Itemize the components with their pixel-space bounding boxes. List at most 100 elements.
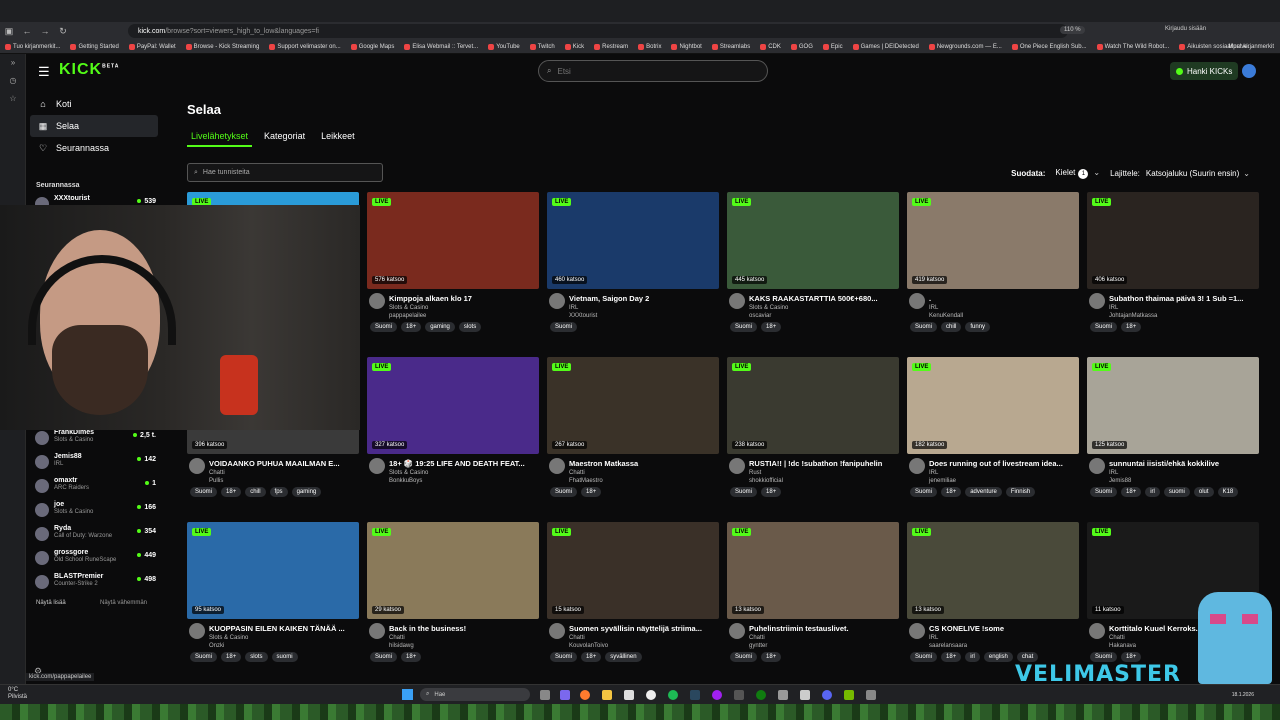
- stream-username[interactable]: gyntter: [749, 643, 899, 649]
- app-icon[interactable]: [712, 690, 722, 700]
- stream-category[interactable]: Chatti: [389, 635, 539, 641]
- tab-categories[interactable]: Kategoriat: [260, 131, 309, 147]
- app-icon[interactable]: [560, 690, 570, 700]
- forward-icon[interactable]: →: [36, 26, 54, 36]
- avatar[interactable]: [369, 293, 385, 309]
- avatar[interactable]: [549, 293, 565, 309]
- stream-thumbnail[interactable]: LIVE 460 katsoo: [547, 192, 719, 289]
- stream-username[interactable]: KouvolanToivo: [569, 643, 719, 649]
- stream-title[interactable]: Does running out of livestream idea...: [929, 454, 1077, 468]
- tag-chip[interactable]: Suomi: [550, 652, 578, 662]
- tag-chip[interactable]: Suomi: [550, 487, 578, 497]
- tag-chip[interactable]: suomi: [1163, 487, 1190, 497]
- app-icon[interactable]: [624, 690, 634, 700]
- following-item[interactable]: FrankDimes Slots & Casino 2,5 t.: [26, 429, 162, 453]
- avatar[interactable]: [729, 623, 745, 639]
- avatar[interactable]: [189, 623, 205, 639]
- zoom-level[interactable]: 110 %: [1060, 26, 1085, 34]
- tag-chip[interactable]: 18+: [761, 487, 782, 497]
- stream-title[interactable]: Kimppoja alkaen klo 17: [389, 289, 537, 303]
- avatar[interactable]: [1089, 458, 1105, 474]
- tag-chip[interactable]: syvällinen: [605, 652, 642, 662]
- tag-chip[interactable]: gaming: [291, 487, 322, 497]
- following-item[interactable]: Jemis88 IRL 142: [26, 453, 162, 477]
- bookmark-item[interactable]: Getting Started: [70, 43, 119, 50]
- stream-username[interactable]: pappapelailee: [389, 313, 539, 319]
- tag-chip[interactable]: 18+: [1121, 487, 1142, 497]
- stream-category[interactable]: IRL: [1109, 470, 1259, 476]
- bookmark-item[interactable]: Kick: [564, 43, 584, 50]
- tag-chip[interactable]: chill: [941, 322, 962, 332]
- following-item[interactable]: grossgore Old School RuneScape 449: [26, 549, 162, 573]
- tag-chip[interactable]: Suomi: [1090, 652, 1118, 662]
- avatar[interactable]: [909, 293, 925, 309]
- stream-username[interactable]: oscaviar: [749, 313, 899, 319]
- bookmark-item[interactable]: One Piece English Sub...: [1011, 43, 1087, 50]
- stream-username[interactable]: hilsidawg: [389, 643, 539, 649]
- bookmark-item[interactable]: Nightbot: [671, 43, 702, 50]
- stream-username[interactable]: jenemiliae: [929, 478, 1079, 484]
- tag-chip[interactable]: 18+: [581, 652, 602, 662]
- tag-chip[interactable]: 18+: [761, 652, 782, 662]
- stream-card[interactable]: LIVE 445 katsoo KAKS RAAKASTARTTIA 500€+68…: [727, 192, 899, 357]
- sidebar-item-home[interactable]: ⌂ Koti: [26, 93, 162, 115]
- stream-card[interactable]: LIVE 238 katsoo RUSTIA!! | !dc !subathon !…: [727, 357, 899, 522]
- stream-thumbnail[interactable]: LIVE 267 katsoo: [547, 357, 719, 454]
- stream-thumbnail[interactable]: LIVE 29 katsoo: [367, 522, 539, 619]
- tag-chip[interactable]: 18+: [401, 652, 422, 662]
- tag-chip[interactable]: Suomi: [370, 322, 398, 332]
- tag-chip[interactable]: 18+: [941, 652, 962, 662]
- tag-chip[interactable]: Suomi: [190, 652, 218, 662]
- stream-card[interactable]: LIVE 29 katsoo Back in the business! Chatti…: [367, 522, 539, 687]
- bookmark-item[interactable]: Botrix: [638, 43, 661, 50]
- stream-title[interactable]: Back in the business!: [389, 619, 537, 633]
- show-more-link[interactable]: Näytä lisää: [36, 600, 66, 606]
- stream-title[interactable]: VOIDAANKO PUHUA MAAILMAN E...: [209, 454, 357, 468]
- tag-chip[interactable]: Suomi: [910, 487, 938, 497]
- tag-chip[interactable]: 18+: [401, 322, 422, 332]
- sidebar-item-browse[interactable]: ▦ Selaa: [30, 115, 158, 137]
- avatar[interactable]: [549, 623, 565, 639]
- other-bookmarks[interactable]: Muut kirjanmerkit: [1228, 44, 1274, 50]
- tab-clips[interactable]: Leikkeet: [317, 131, 359, 147]
- tag-chip[interactable]: irl: [1145, 487, 1160, 497]
- stream-title[interactable]: .: [929, 289, 1077, 303]
- stream-username[interactable]: shokkiofficial: [749, 478, 899, 484]
- stream-username[interactable]: BonkkuBoys: [389, 478, 539, 484]
- sidebar-toggle-icon[interactable]: ▣: [0, 26, 18, 37]
- bookmark-item[interactable]: CDK: [760, 43, 781, 50]
- tag-chip[interactable]: slots: [245, 652, 268, 662]
- tag-chip[interactable]: 18+: [1121, 652, 1142, 662]
- sidebar-item-following[interactable]: ♡ Seurannassa: [26, 137, 162, 159]
- bookmark-item[interactable]: GOG: [790, 43, 813, 50]
- stream-username[interactable]: Onzki: [209, 643, 359, 649]
- rail-expand-icon[interactable]: »: [0, 54, 26, 72]
- stream-card[interactable]: LIVE 460 katsoo Vietnam, Saigon Day 2 IRL XX…: [547, 192, 719, 357]
- tag-chip[interactable]: olut: [1193, 487, 1214, 497]
- stream-category[interactable]: Chatti: [209, 470, 359, 476]
- tag-search-field[interactable]: ⌕ Hae tunnisteita: [187, 163, 383, 182]
- languages-dropdown[interactable]: Kielet 1 ⌄: [1055, 168, 1110, 179]
- tag-chip[interactable]: Suomi: [1090, 487, 1118, 497]
- signin-button[interactable]: Kirjaudu sisään: [1165, 26, 1206, 32]
- stream-category[interactable]: Chatti: [569, 470, 719, 476]
- tag-chip[interactable]: gaming: [425, 322, 455, 332]
- obs-icon[interactable]: [646, 690, 656, 700]
- stream-title[interactable]: KAKS RAAKASTARTTIA 500€+680...: [749, 289, 897, 303]
- discord-icon[interactable]: [822, 690, 832, 700]
- stream-thumbnail[interactable]: LIVE 445 katsoo: [727, 192, 899, 289]
- stream-category[interactable]: IRL: [1109, 305, 1259, 311]
- stream-title[interactable]: KUOPPASIN EILEN KAIKEN TÄNÄÄ ...: [209, 619, 357, 633]
- xbox-icon[interactable]: [756, 690, 766, 700]
- stream-username[interactable]: JohtajanMatkassa: [1109, 313, 1259, 319]
- show-less-link[interactable]: Näytä vähemmän: [100, 600, 147, 606]
- tag-chip[interactable]: Suomi: [1090, 322, 1118, 332]
- avatar[interactable]: [1089, 623, 1105, 639]
- menu-icon[interactable]: ☰: [38, 64, 50, 80]
- taskview-icon[interactable]: [540, 690, 550, 700]
- tag-chip[interactable]: Suomi: [910, 322, 938, 332]
- app-icon[interactable]: [778, 690, 788, 700]
- tab-livestreams[interactable]: Livelähetykset: [187, 131, 253, 147]
- taskbar-search[interactable]: ⌕ Hae: [420, 688, 530, 701]
- stream-title[interactable]: Puhelinstriimin testauslivet.: [749, 619, 897, 633]
